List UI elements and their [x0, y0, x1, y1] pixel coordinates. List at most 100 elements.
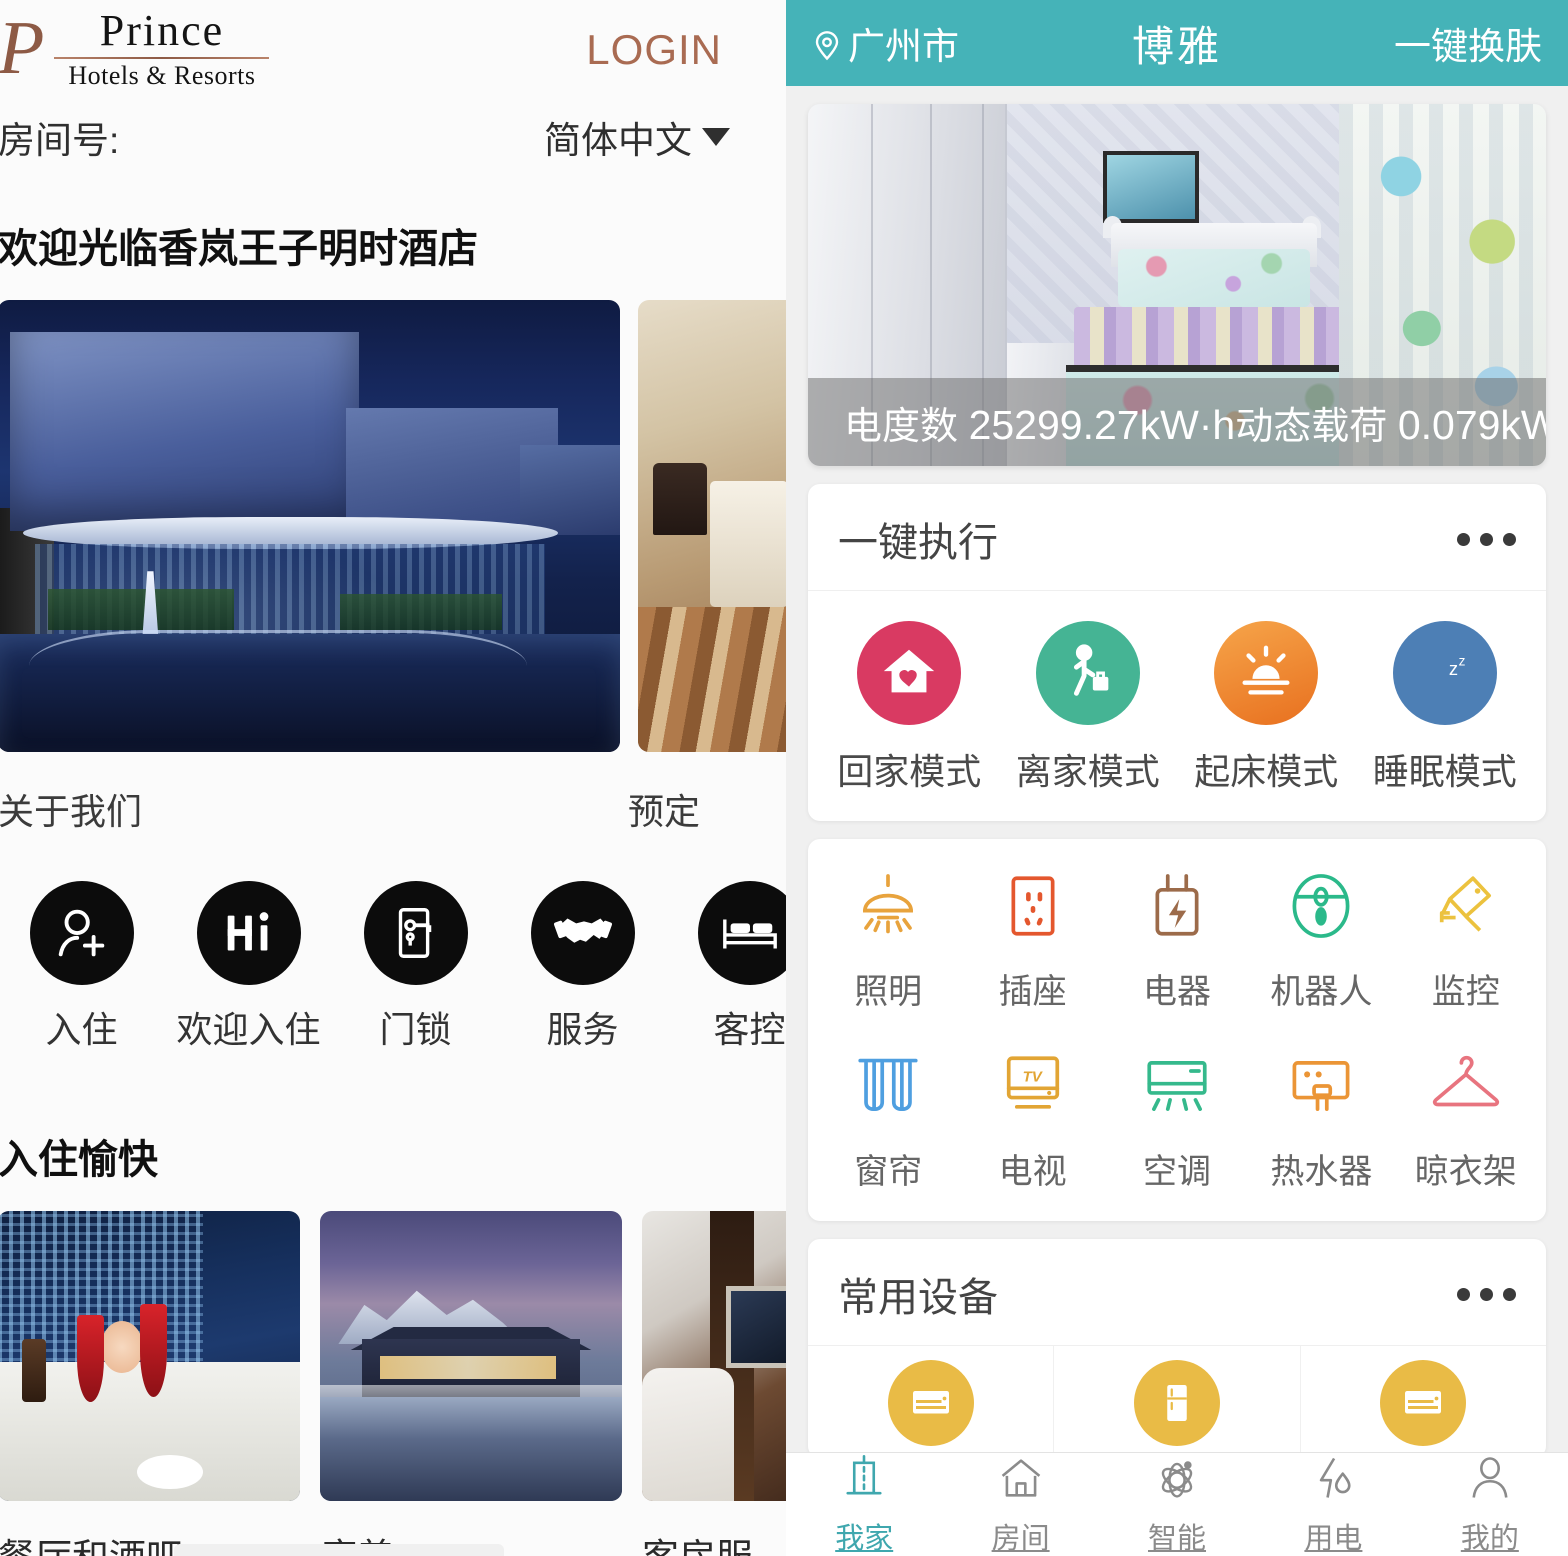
hotel-card-wellness[interactable]: 康养 — [320, 1211, 622, 1556]
caption-booking[interactable]: 预定 — [628, 783, 752, 835]
hotel-hero-carousel[interactable] — [0, 300, 786, 755]
dynamic-load-value: 0.079kW — [1397, 401, 1546, 448]
hero-caption-row: 关于我们 预定 — [0, 755, 786, 835]
tab-profile[interactable]: 我的 — [1412, 1452, 1568, 1556]
curtain-icon — [851, 1049, 925, 1128]
room-number-label: 房间号: — [0, 120, 120, 161]
device-tv[interactable]: TV 电视 — [960, 1049, 1104, 1193]
electricity-label: 电度数 — [844, 405, 959, 448]
login-button[interactable]: LOGIN — [586, 26, 752, 74]
device-label: 晾衣架 — [1414, 1153, 1517, 1191]
quick-actions-row: 入住 欢迎入住 门锁 服务 客控 — [0, 835, 786, 1053]
quick-action-welcome[interactable]: 欢迎入住 — [165, 881, 332, 1053]
scene-away-mode[interactable]: 离家模式 — [999, 621, 1178, 795]
quick-action-service[interactable]: 服务 — [499, 881, 666, 1053]
water-heater-icon — [1284, 1049, 1358, 1128]
security-camera-icon — [1429, 869, 1503, 948]
device-lighting[interactable]: 照明 — [816, 869, 960, 1013]
scene-home-mode[interactable]: 回家模式 — [820, 621, 999, 795]
more-dots-icon[interactable] — [1457, 1287, 1516, 1301]
dual-app-screenshot: P Prince Hotels & Resorts LOGIN 房间号: 简体中… — [0, 0, 1568, 1556]
welcome-title: 欢迎光临香岚王子明时酒店 — [0, 227, 478, 271]
favorites-card-header: 常用设备 — [808, 1239, 1546, 1346]
quick-action-label: 门锁 — [379, 1009, 452, 1050]
quick-action-label: 欢迎入住 — [176, 1009, 321, 1050]
wellness-resort-photo — [320, 1211, 622, 1501]
language-selector[interactable]: 简体中文 — [544, 110, 752, 164]
atom-icon — [1151, 1452, 1203, 1509]
device-label: 热水器 — [1270, 1153, 1373, 1191]
hotel-card-dining[interactable]: 餐厅和酒吧 — [0, 1211, 300, 1556]
enjoy-stay-title: 入住愉快 — [0, 1138, 158, 1182]
caption-about-us[interactable]: 关于我们 — [0, 783, 142, 835]
tab-energy[interactable]: 用电 — [1255, 1452, 1411, 1556]
favorite-item[interactable] — [808, 1346, 1055, 1458]
home-heart-icon — [857, 621, 962, 725]
device-curtain[interactable]: 窗帘 — [816, 1049, 960, 1193]
device-socket[interactable]: 插座 — [960, 869, 1104, 1013]
favorite-item[interactable] — [1054, 1346, 1301, 1458]
dynamic-load-reading: 动态载荷 0.079kW — [1235, 395, 1546, 450]
language-selector-value: 简体中文 — [544, 120, 692, 161]
moon-sleep-icon: z z — [1392, 621, 1497, 725]
quick-action-label: 客控 — [713, 1009, 786, 1050]
dining-and-bar-photo — [0, 1211, 300, 1501]
quick-action-label: 服务 — [546, 1009, 619, 1050]
sunrise-icon — [1214, 621, 1319, 725]
device-clotheshanger[interactable]: 晾衣架 — [1394, 1049, 1538, 1193]
energy-metrics-overlay: 电度数 25299.27kW·h 动态载荷 0.079kW — [808, 378, 1546, 466]
electricity-reading: 电度数 25299.27kW·h — [844, 395, 1235, 450]
room-service-photo — [642, 1211, 786, 1501]
house-icon — [995, 1452, 1047, 1509]
person-icon — [1464, 1452, 1516, 1509]
change-skin-button[interactable]: 一键换肤 — [1394, 16, 1542, 70]
tab-label: 我的 — [1460, 1523, 1519, 1555]
quick-action-roomcontrol[interactable]: 客控 — [666, 881, 786, 1053]
energy-icon — [1307, 1452, 1359, 1509]
quick-action-doorlock[interactable]: 门锁 — [332, 881, 499, 1053]
svg-text:TV: TV — [1022, 1068, 1043, 1085]
city-selector[interactable]: 广州市 — [812, 16, 959, 70]
booking-hero-image[interactable] — [638, 300, 786, 752]
device-aircon[interactable]: 空调 — [1105, 1049, 1249, 1193]
scenes-card: 一键执行 回家模式 离家模式 起床模式 z z 睡眠模式 — [808, 484, 1546, 821]
hotel-card-roomservice[interactable]: 客房服 — [642, 1211, 786, 1556]
home-indicator — [174, 1544, 504, 1556]
home-hero-card[interactable]: 电度数 25299.27kW·h 动态载荷 0.079kW — [808, 104, 1546, 466]
prince-hotels-logo: P Prince Hotels & Resorts — [0, 8, 270, 90]
hotel-cards-row: 餐厅和酒吧 康养 客房服 — [0, 1211, 786, 1556]
quick-action-checkin[interactable]: 入住 — [0, 881, 165, 1053]
hotel-app-panel: P Prince Hotels & Resorts LOGIN 房间号: 简体中… — [0, 0, 786, 1556]
scene-modes-row: 回家模式 离家模式 起床模式 z z 睡眠模式 — [808, 591, 1546, 821]
hi-greeting-icon — [196, 881, 301, 985]
device-label: 窗帘 — [854, 1153, 923, 1191]
tab-smart[interactable]: 智能 — [1099, 1452, 1255, 1556]
smart-home-app-panel: 广州市 博雅 一键换肤 电度数 25299.27kW·h 动态载荷 0.079k… — [786, 0, 1568, 1556]
favorite-item[interactable] — [1301, 1346, 1546, 1458]
scene-wakeup-mode[interactable]: 起床模式 — [1177, 621, 1356, 795]
air-conditioner-icon — [887, 1360, 974, 1446]
tab-label: 房间 — [991, 1523, 1050, 1555]
plug-appliance-icon — [1140, 869, 1214, 948]
tab-room[interactable]: 房间 — [942, 1452, 1098, 1556]
air-conditioner-icon — [1380, 1360, 1467, 1446]
bottom-tabbar: 我家 房间 智能 用电 我的 — [786, 1452, 1568, 1556]
device-appliance[interactable]: 电器 — [1105, 869, 1249, 1013]
dynamic-load-label: 动态载荷 — [1235, 405, 1388, 448]
device-label: 机器人 — [1270, 973, 1373, 1011]
svg-text:z: z — [1449, 658, 1458, 679]
more-dots-icon[interactable] — [1457, 532, 1516, 546]
tab-myhome[interactable]: 我家 — [786, 1452, 942, 1556]
air-conditioner-icon — [1140, 1049, 1214, 1128]
device-label: 照明 — [854, 973, 923, 1011]
device-camera[interactable]: 监控 — [1394, 869, 1538, 1013]
about-us-hero-image[interactable] — [0, 300, 620, 752]
device-waterheater[interactable]: 热水器 — [1249, 1049, 1393, 1193]
ceiling-lamp-icon — [851, 869, 925, 948]
scene-sleep-mode[interactable]: z z 睡眠模式 — [1356, 621, 1535, 795]
svg-text:z: z — [1458, 653, 1465, 668]
device-robot[interactable]: 机器人 — [1249, 869, 1393, 1013]
scene-mode-label: 起床模式 — [1194, 751, 1339, 792]
bed-control-icon — [697, 881, 786, 985]
device-grid: 照明 插座 电器 机器人 监控 窗帘 TV 电视 空调 热水器 晾衣架 — [808, 839, 1546, 1221]
